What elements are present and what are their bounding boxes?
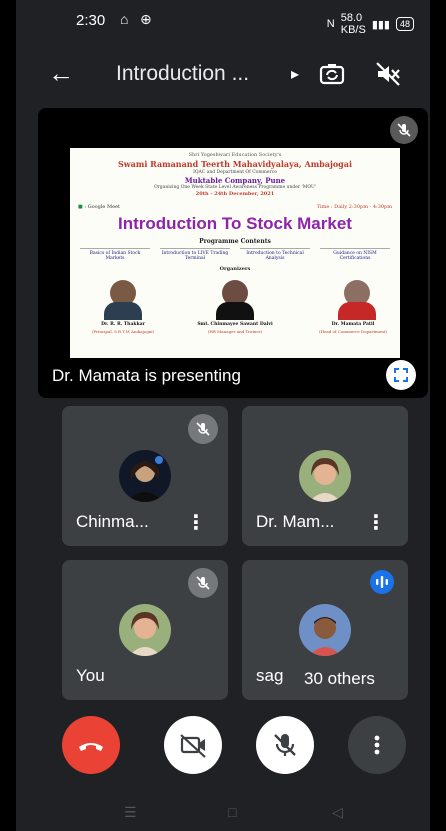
system-nav-bar: ☰ □ ◁ [16, 798, 430, 831]
participant-name: Chinma... [76, 512, 149, 531]
nfc-icon: N [326, 18, 335, 30]
slide-programme-line: Organizing One Week State Level Awarenes… [153, 185, 317, 190]
status-time: 2:30 [76, 12, 106, 29]
slide-company: Muktable Company, Pune [184, 176, 286, 185]
speaking-indicator [370, 570, 394, 594]
call-controls [16, 716, 430, 776]
slide-topic: Introduction to Technical Analysis [240, 248, 310, 261]
meeting-header: ← Introduction ... ▸ [16, 50, 430, 100]
organizer-photo [212, 276, 258, 320]
signal-icon: ▮▮▮ [371, 18, 390, 31]
mic-off-badge [188, 568, 218, 598]
avatar [119, 604, 171, 656]
organizer-name: Dr. R. R. Thakkar [101, 322, 145, 327]
cast-icon: ⌂ [120, 11, 129, 27]
avatar [119, 450, 171, 502]
participant-name: You [76, 666, 105, 685]
avatar [299, 450, 351, 502]
meeting-title[interactable]: Introduction ... [116, 62, 249, 86]
status-bar: 2:30 ⌂ ⊕ N 58.0 KB/S ▮▮▮ 48 [16, 0, 430, 42]
participant-tile[interactable]: Chinma... ⋮ [62, 406, 228, 546]
network-speed: 58.0 KB/S [340, 12, 366, 36]
organizer-role: (HR Manager and Trainer) [207, 329, 263, 334]
mic-toggle-button[interactable] [256, 716, 314, 774]
organizer-photo [334, 276, 380, 320]
mic-off-icon [274, 734, 296, 756]
more-options-icon[interactable]: ⋮ [186, 510, 206, 535]
participant-tile[interactable]: Dr. Mam... ⋮ [242, 406, 408, 546]
hang-up-icon [79, 743, 103, 751]
end-call-button[interactable] [62, 716, 120, 774]
mic-off-icon [397, 123, 411, 137]
organizer-role: (Head of Commerce Department) [319, 329, 387, 334]
home-icon[interactable]: □ [228, 804, 236, 820]
avatar [299, 604, 351, 656]
slide-college: Swami Ramanand Teerth Mahavidyalaya, Amb… [118, 159, 352, 169]
back-nav-icon[interactable]: ◁ [332, 804, 343, 821]
slide-platform: ■ : Google Meet [78, 204, 121, 210]
more-options-icon[interactable]: ⋮ [366, 510, 386, 535]
slide-topics: Basics of Indian Stock Markets Introduct… [80, 248, 390, 261]
fullscreen-button[interactable] [386, 360, 416, 390]
mic-off-icon [196, 422, 210, 436]
slide-topic: Basics of Indian Stock Markets [80, 248, 150, 261]
organizer-photo [100, 276, 146, 320]
slide-dates: 20th - 24th December, 2021 [195, 191, 275, 197]
slide-heading: Introduction To Stock Market [118, 214, 352, 233]
slide-topic: Guidance on NISM Certifications [320, 248, 390, 261]
camera-toggle-button[interactable] [164, 716, 222, 774]
slide-iqac: IQAC and Department Of Commerce [193, 170, 277, 175]
slide-time: Time : Daily 2:30pm - 4:30pm [316, 204, 392, 210]
mic-off-badge [188, 414, 218, 444]
slide-topic: Introduction to LIVE Trading Terminal [160, 248, 230, 261]
slide-society: Shri Yogeshwari Education Society's [188, 152, 282, 158]
more-vert-icon [374, 735, 380, 755]
mic-off-icon [196, 576, 210, 590]
back-arrow-icon[interactable]: ← [48, 58, 74, 89]
mic-off-badge [390, 116, 418, 144]
audio-level-icon [376, 576, 388, 588]
expand-title-icon[interactable]: ▸ [291, 64, 299, 84]
google-meet-icon: ■ [78, 204, 83, 210]
slide-contents-label: Programme Contents [199, 238, 271, 245]
meet-screen: 2:30 ⌂ ⊕ N 58.0 KB/S ▮▮▮ 48 ← Introductio… [16, 0, 430, 831]
more-options-button[interactable] [348, 716, 406, 774]
others-count-pill[interactable]: 30 others [288, 662, 391, 696]
battery-icon: 48 [395, 17, 414, 31]
speaker-muted-icon[interactable] [374, 60, 402, 88]
fullscreen-icon [394, 368, 408, 382]
organizer-name: Smt. Chinmayee Sawant Dalvi [197, 322, 273, 327]
gamepad-icon: ⊕ [140, 11, 152, 27]
participant-tile[interactable]: You [62, 560, 228, 700]
shared-slide: Shri Yogeshwari Education Society's Swam… [70, 148, 400, 358]
recent-apps-icon[interactable]: ☰ [124, 804, 137, 821]
video-off-icon [180, 734, 206, 758]
switch-camera-icon[interactable] [318, 60, 346, 88]
organizer-name: Dr. Mamata Patil [331, 322, 375, 327]
participant-tile[interactable]: sag 30 others [242, 560, 408, 700]
participant-name: Dr. Mam... [256, 512, 335, 531]
participant-name: sag [256, 666, 284, 685]
presenter-label: Dr. Mamata is presenting [52, 366, 241, 385]
presentation-tile[interactable]: Shri Yogeshwari Education Society's Swam… [38, 108, 428, 398]
organizer-role: (Principal, S.R.T.M Ambajogai) [91, 329, 155, 334]
slide-organizers-label: Organizers [219, 266, 251, 272]
